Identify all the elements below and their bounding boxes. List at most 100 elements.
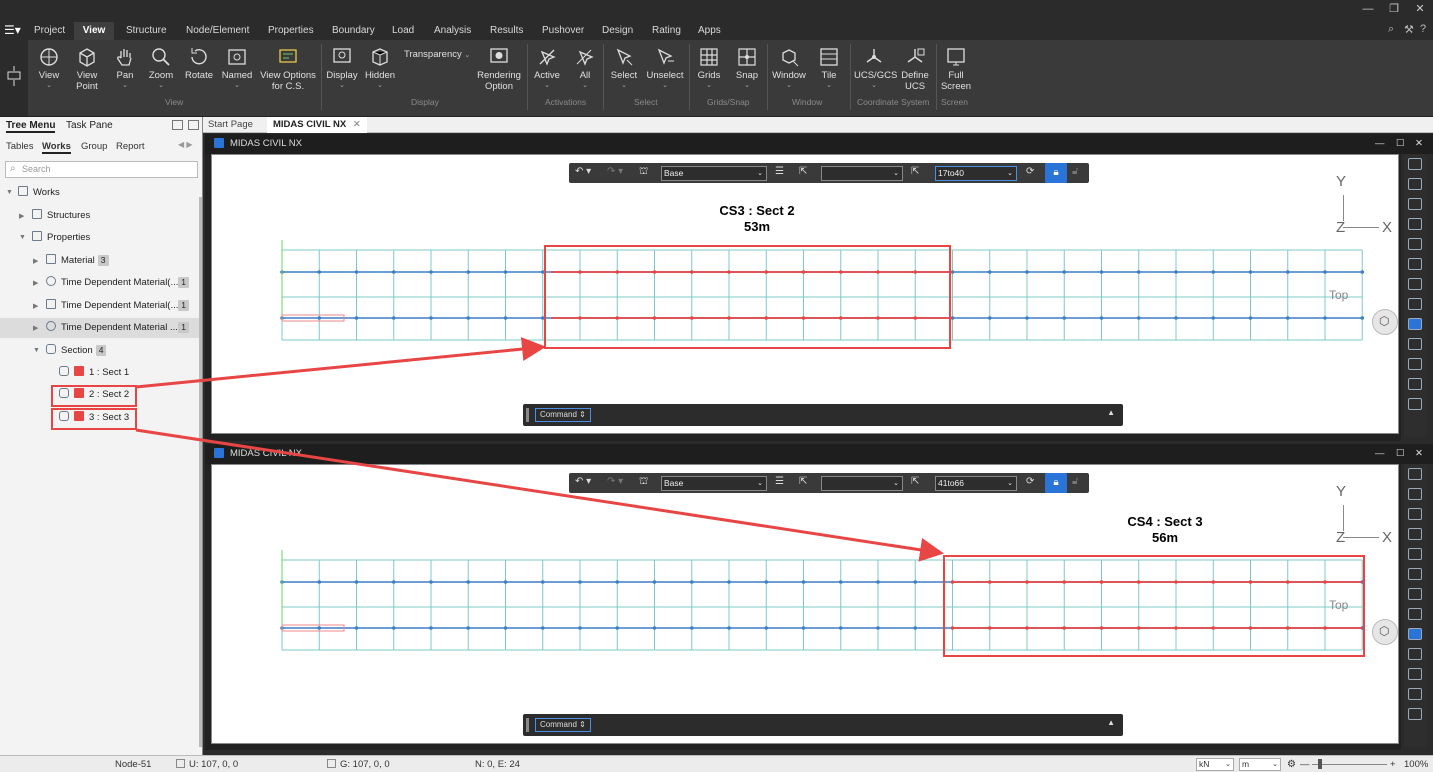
toolbar-tool-icon[interactable]	[1408, 258, 1422, 270]
quick-access-icon[interactable]	[0, 40, 28, 116]
toolbar-tool-icon[interactable]	[1408, 178, 1422, 190]
select-button[interactable]: Select ⌄	[608, 46, 640, 90]
tab-task-pane[interactable]: Task Pane	[66, 120, 113, 131]
toolbar-tool-icon[interactable]	[1408, 238, 1422, 250]
panel-layout-icon[interactable]	[172, 120, 183, 130]
tools-icon[interactable]: ⚒	[1404, 23, 1414, 36]
rendering-option-button[interactable]: Rendering Option	[476, 46, 522, 92]
length-unit-select[interactable]: m ⌄	[1239, 758, 1281, 771]
toolbar-tool-icon[interactable]	[1408, 338, 1422, 350]
view-point-button[interactable]: View Point	[70, 46, 104, 92]
menu-results[interactable]: Results	[484, 22, 529, 40]
toolbar-tool-icon[interactable]	[1408, 608, 1422, 620]
tab-midas-civil-nx[interactable]: MIDAS CIVIL NX ✕	[267, 117, 367, 133]
toolbar-tool-icon[interactable]	[1408, 218, 1422, 230]
tile-button[interactable]: Tile ⌄	[814, 46, 844, 90]
toolbar-tool-icon[interactable]	[1408, 688, 1422, 700]
viewport-minimize-icon[interactable]: —	[1375, 444, 1385, 464]
menu-node-element[interactable]: Node/Element	[180, 22, 255, 40]
view-button[interactable]: View ⌄	[34, 46, 64, 90]
toolbar-tool-icon[interactable]	[1408, 198, 1422, 210]
pan-button[interactable]: Pan ⌄	[112, 46, 138, 90]
viewport-minimize-icon[interactable]: —	[1375, 134, 1385, 154]
window-button[interactable]: Window ⌄	[772, 46, 806, 90]
zoom-in-icon[interactable]: +	[1390, 756, 1396, 772]
view-cube-icon[interactable]: ⬡	[1372, 309, 1398, 335]
close-icon[interactable]: ✕	[1407, 0, 1433, 18]
toolbar-tool-icon[interactable]	[1408, 488, 1422, 500]
search-icon[interactable]: ⌕	[1388, 23, 1394, 36]
tree-item-section[interactable]: Section 4	[46, 341, 107, 361]
menu-view[interactable]: View	[74, 22, 114, 40]
menu-project[interactable]: Project	[28, 22, 71, 40]
menu-structure[interactable]: Structure	[120, 22, 173, 40]
toolbar-tool-icon[interactable]	[1408, 378, 1422, 390]
viewport-maximize-icon[interactable]: ☐	[1396, 134, 1405, 154]
transparency-button[interactable]: Transparency ⌄	[404, 49, 470, 60]
tree-item-structures[interactable]: Structures	[32, 206, 90, 226]
toolbar-tool-icon[interactable]	[1408, 158, 1422, 170]
subtab-works[interactable]: Works	[42, 141, 71, 154]
subtab-group[interactable]: Group	[81, 141, 107, 152]
toolbar-tool-icon[interactable]	[1408, 708, 1422, 720]
ucs-gcs-button[interactable]: UCS/GCS ⌄	[854, 46, 897, 90]
tree-item-time-dependent-material-1[interactable]: Time Dependent Material(... 1	[46, 273, 189, 293]
restore-icon[interactable]: ❐	[1381, 0, 1407, 18]
full-screen-button[interactable]: Full Screen	[940, 46, 972, 92]
snap-button[interactable]: Snap ⌄	[732, 46, 762, 90]
subtab-tables[interactable]: Tables	[6, 141, 33, 152]
menu-boundary[interactable]: Boundary	[326, 22, 381, 40]
zoom-slider-thumb[interactable]	[1318, 759, 1322, 769]
tree-item-sect-2[interactable]: 2 : Sect 2	[59, 385, 129, 405]
zoom-button[interactable]: Zoom ⌄	[146, 46, 176, 90]
viewport-maximize-icon[interactable]: ☐	[1396, 444, 1405, 464]
toolbar-tool-icon[interactable]	[1408, 628, 1422, 640]
panel-dock-icon[interactable]	[188, 120, 199, 130]
rotate-button[interactable]: Rotate	[184, 46, 214, 82]
toolbar-tool-icon[interactable]	[1408, 398, 1422, 410]
menu-pushover[interactable]: Pushover	[536, 22, 590, 40]
model-canvas[interactable]: ↶ ▾ ↷ ▾ ⛫ Base ⌄ ☰ ⇱ ⌄ ⇱ 41to66 ⌄ ⟳ 🔒︎ 🔓︎ …	[211, 464, 1399, 744]
search-input[interactable]: ⌕ Search	[5, 161, 198, 178]
tree-item-material[interactable]: Material 3	[46, 251, 109, 271]
command-input[interactable]: Command ⇕	[535, 408, 591, 422]
command-input[interactable]: Command ⇕	[535, 718, 591, 732]
toolbar-tool-icon[interactable]	[1408, 528, 1422, 540]
tab-start-page[interactable]: Start Page	[208, 119, 253, 130]
menu-design[interactable]: Design	[596, 22, 639, 40]
menu-properties[interactable]: Properties	[262, 22, 320, 40]
unselect-button[interactable]: Unselect ⌄	[645, 46, 685, 90]
unit-settings-icon[interactable]: ⚙	[1287, 756, 1296, 772]
tree-item-time-dependent-material-3[interactable]: Time Dependent Material ... 1	[44, 318, 189, 338]
toolbar-tool-icon[interactable]	[1408, 318, 1422, 330]
toolbar-tool-icon[interactable]	[1408, 508, 1422, 520]
app-menu-icon[interactable]: ☰▾	[4, 24, 22, 38]
model-canvas[interactable]: ↶ ▾ ↷ ▾ ⛫ Base ⌄ ☰ ⇱ ⌄ ⇱ 17to40 ⌄ ⟳ 🔒︎ 🔓︎ …	[211, 154, 1399, 434]
menu-load[interactable]: Load	[386, 22, 420, 40]
toolbar-tool-icon[interactable]	[1408, 568, 1422, 580]
activate-all-button[interactable]: All ⌄	[572, 46, 598, 90]
toolbar-tool-icon[interactable]	[1408, 668, 1422, 680]
toolbar-tool-icon[interactable]	[1408, 548, 1422, 560]
define-ucs-button[interactable]: Define UCS	[898, 46, 932, 92]
zoom-slider[interactable]	[1312, 759, 1387, 769]
menu-analysis[interactable]: Analysis	[428, 22, 477, 40]
menu-rating[interactable]: Rating	[646, 22, 687, 40]
force-unit-select[interactable]: kN ⌄	[1196, 758, 1234, 771]
tree-scrollbar[interactable]	[199, 197, 202, 747]
subtab-scroll-arrows[interactable]: ◀ ▶	[178, 140, 193, 149]
tree-item-time-dependent-material-2[interactable]: Time Dependent Material(... 1	[46, 296, 189, 316]
tree-item-sect-3[interactable]: 3 : Sect 3	[59, 408, 129, 428]
view-options-cs-button[interactable]: View Options for C.S.	[258, 46, 318, 92]
menu-apps[interactable]: Apps	[692, 22, 727, 40]
toolbar-tool-icon[interactable]	[1408, 648, 1422, 660]
toolbar-tool-icon[interactable]	[1408, 278, 1422, 290]
named-view-button[interactable]: Named ⌄	[220, 46, 254, 90]
grids-button[interactable]: Grids ⌄	[694, 46, 724, 90]
close-tab-icon[interactable]: ✕	[353, 119, 361, 130]
tree-item-works[interactable]: Works	[18, 183, 60, 203]
display-button[interactable]: Display ⌄	[326, 46, 358, 90]
toolbar-tool-icon[interactable]	[1408, 468, 1422, 480]
subtab-report[interactable]: Report	[116, 141, 145, 152]
tab-tree-menu[interactable]: Tree Menu	[6, 120, 56, 133]
